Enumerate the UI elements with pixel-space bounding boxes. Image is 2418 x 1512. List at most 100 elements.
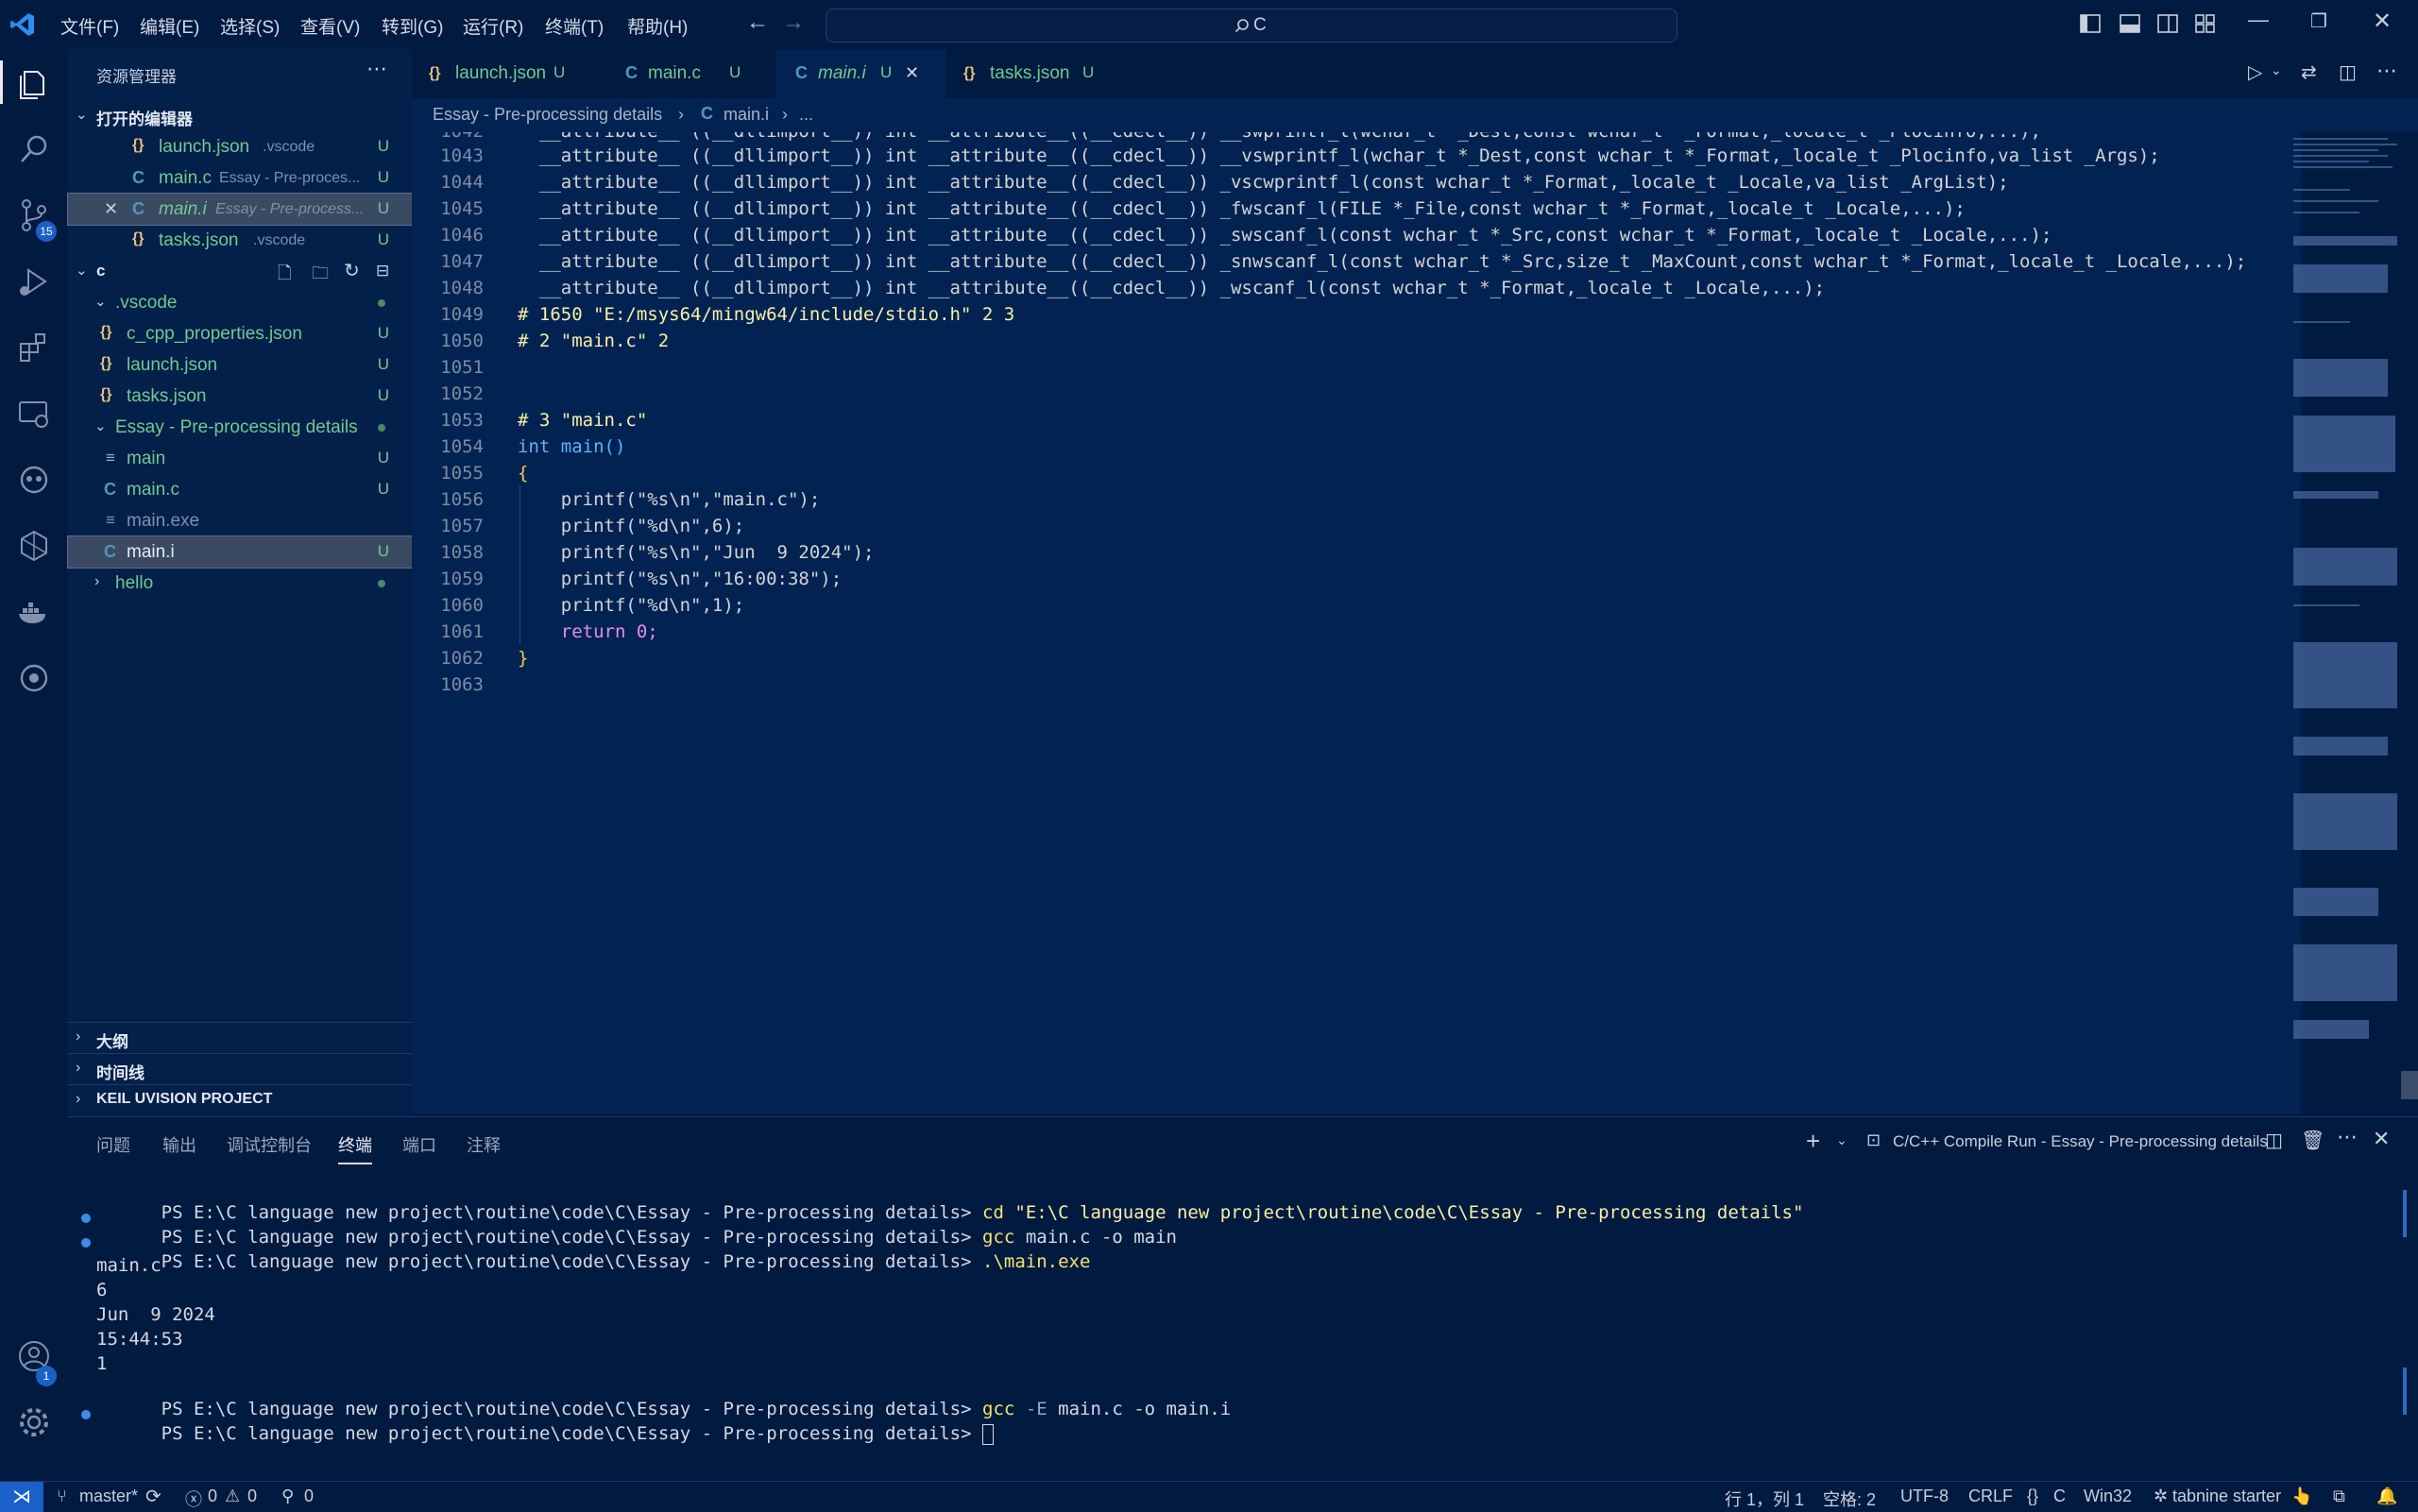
ports-count[interactable]: 0 (304, 1487, 314, 1506)
close-panel-icon[interactable]: ✕ (2373, 1127, 2390, 1151)
tab-main-c[interactable]: C main.c U (606, 49, 776, 98)
timeline-section-header[interactable]: › 时间线 (68, 1053, 412, 1085)
search-icon[interactable] (15, 130, 53, 168)
back-arrow-icon[interactable]: ← (746, 9, 769, 36)
command-decoration-dot[interactable] (81, 1238, 91, 1248)
tab-tasks-json[interactable]: {} tasks.json U (946, 49, 1132, 98)
error-count[interactable]: 0 (208, 1487, 217, 1506)
command-center-search[interactable]: C (826, 8, 1677, 42)
tab-main-i[interactable]: C main.i U ✕ (776, 49, 946, 98)
run-debug-icon[interactable] (15, 263, 53, 300)
docker-icon[interactable] (15, 593, 53, 631)
tree-item-hello[interactable]: › hello (68, 568, 412, 599)
menu-file[interactable]: 文件(F) (60, 13, 119, 39)
sync-icon[interactable]: ⟳ (145, 1485, 162, 1508)
editor-scrollbar-thumb[interactable] (2401, 1071, 2418, 1099)
cmake-icon[interactable] (15, 527, 53, 565)
toggle-panel-icon[interactable] (2118, 11, 2142, 36)
menu-run[interactable]: 运行(R) (463, 13, 523, 39)
tree-item-main[interactable]: ≡ main U (68, 443, 412, 474)
menu-help[interactable]: 帮助(H) (627, 13, 688, 39)
compare-changes-icon[interactable]: ⇄ (2301, 60, 2317, 84)
remote-explorer-icon[interactable] (15, 395, 53, 433)
indentation[interactable]: 空格: 2 (1823, 1487, 1876, 1511)
explorer-icon[interactable] (15, 64, 53, 102)
restore-window-icon[interactable]: ❐ (2310, 9, 2327, 33)
minimap[interactable] (2290, 132, 2403, 1077)
command-decoration-dot[interactable] (81, 1410, 91, 1419)
extensions-icon[interactable] (15, 329, 53, 366)
tree-item-essay-folder[interactable]: ⌄ Essay - Pre-processing details (68, 412, 412, 443)
command-decoration-dot[interactable] (81, 1214, 91, 1223)
language-mode[interactable]: C (2053, 1487, 2066, 1506)
open-editor-main-i[interactable]: ✕ C main.i Essay - Pre-process... U (67, 193, 413, 226)
tree-item-launch-json[interactable]: {} launch.json U (68, 349, 412, 381)
new-folder-icon[interactable]: 🗀 (312, 262, 329, 290)
line-ending[interactable]: CRLF (1968, 1487, 2013, 1506)
folder-header[interactable]: ⌄ c 🗋 🗀 ↻ ⊟ (68, 256, 412, 287)
minimize-window-icon[interactable]: — (2248, 8, 2269, 32)
warning-count[interactable]: 0 (247, 1487, 257, 1506)
split-editor-icon[interactable]: ◫ (2339, 60, 2357, 84)
code-editor[interactable]: 1042 1043 1044 1045 1046 1047 1048 1049 … (412, 132, 2301, 1114)
outline-section-header[interactable]: › 大纲 (68, 1022, 412, 1054)
chevron-down-icon[interactable]: ⌄ (2271, 62, 2282, 78)
notifications-bell-icon[interactable]: 🔔 (2376, 1487, 2397, 1506)
run-icon[interactable]: ▷ (2248, 60, 2262, 84)
toggle-secondary-sidebar-icon[interactable] (2155, 11, 2180, 36)
close-icon[interactable]: ✕ (905, 63, 919, 83)
terminal-output[interactable]: PS E:\C language new project\routine\cod… (81, 1181, 1803, 1445)
gear-icon[interactable] (15, 1403, 53, 1441)
breadcrumb-symbol[interactable]: ... (799, 105, 813, 125)
cursor-position[interactable]: 行 1，列 1 (1725, 1487, 1804, 1511)
menu-view[interactable]: 查看(V) (300, 13, 360, 39)
tree-item-vscode[interactable]: ⌄ .vscode (68, 287, 412, 318)
tree-item-main-i[interactable]: C main.i U (67, 535, 413, 569)
open-editor-launch-json[interactable]: {} launch.json .vscode U (68, 131, 412, 162)
menu-terminal[interactable]: 终端(T) (545, 13, 604, 39)
more-actions-icon[interactable]: ⋯ (2337, 1125, 2358, 1149)
trash-icon[interactable]: 🗑 (2301, 1129, 2324, 1152)
tree-item-tasks-json[interactable]: {} tasks.json U (68, 381, 412, 412)
keil-icon[interactable] (15, 659, 53, 697)
panel-tab-terminal[interactable]: 终端 (338, 1132, 372, 1164)
remote-indicator[interactable]: ⋊ (0, 1482, 43, 1512)
tree-item-c-cpp-properties[interactable]: {} c_cpp_properties.json U (68, 318, 412, 349)
open-editor-main-c[interactable]: C main.c Essay - Pre-proces... U (68, 162, 412, 194)
more-actions-icon[interactable]: ⋯ (2376, 59, 2397, 83)
toggle-primary-sidebar-icon[interactable] (2078, 11, 2103, 36)
copilot-status-icon[interactable]: ⧉ (2333, 1487, 2345, 1506)
open-editor-tasks-json[interactable]: {} tasks.json .vscode U (68, 225, 412, 256)
panel-tab-problems[interactable]: 问题 (96, 1132, 130, 1157)
refresh-icon[interactable]: ↻ (344, 259, 360, 282)
forward-arrow-icon[interactable]: → (782, 9, 805, 36)
panel-tab-debug-console[interactable]: 调试控制台 (227, 1132, 312, 1157)
branch-name[interactable]: master* (79, 1487, 138, 1506)
menu-go[interactable]: 转到(G) (382, 13, 443, 39)
breadcrumb-folder[interactable]: Essay - Pre-processing details (433, 105, 662, 125)
new-terminal-icon[interactable]: + (1806, 1127, 1820, 1156)
open-editors-header[interactable]: ⌄ 打开的编辑器 (68, 100, 412, 131)
tree-item-main-c[interactable]: C main.c U (68, 474, 412, 505)
tabnine-status[interactable]: tabnine starter (2172, 1487, 2281, 1506)
encoding[interactable]: UTF-8 (1900, 1487, 1949, 1506)
menu-edit[interactable]: 编辑(E) (140, 13, 199, 39)
close-icon[interactable]: ✕ (104, 199, 118, 219)
tab-launch-json[interactable]: {} launch.json U (412, 49, 606, 98)
customize-layout-icon[interactable] (2193, 11, 2218, 36)
close-window-icon[interactable]: ✕ (2373, 8, 2392, 35)
collapse-all-icon[interactable]: ⊟ (376, 262, 389, 280)
more-actions-icon[interactable]: ⋯ (366, 57, 387, 81)
chevron-down-icon[interactable]: ⌄ (1836, 1132, 1848, 1148)
panel-tab-output[interactable]: 输出 (162, 1132, 196, 1157)
menu-selection[interactable]: 选择(S) (220, 13, 280, 39)
c-cpp-configuration[interactable]: Win32 (2084, 1487, 2132, 1506)
copilot-icon[interactable] (15, 461, 53, 499)
keil-section-header[interactable]: › KEIL UVISION PROJECT (68, 1084, 412, 1116)
split-terminal-icon[interactable]: ◫ (2265, 1129, 2283, 1152)
terminal-instance-name[interactable]: C/C++ Compile Run - Essay - Pre-processi… (1893, 1132, 2268, 1151)
panel-tab-comments[interactable]: 注释 (467, 1132, 501, 1157)
breadcrumb-file[interactable]: main.i (724, 105, 769, 125)
panel-tab-ports[interactable]: 端口 (402, 1132, 436, 1157)
tree-item-main-exe[interactable]: ≡ main.exe (68, 505, 412, 536)
